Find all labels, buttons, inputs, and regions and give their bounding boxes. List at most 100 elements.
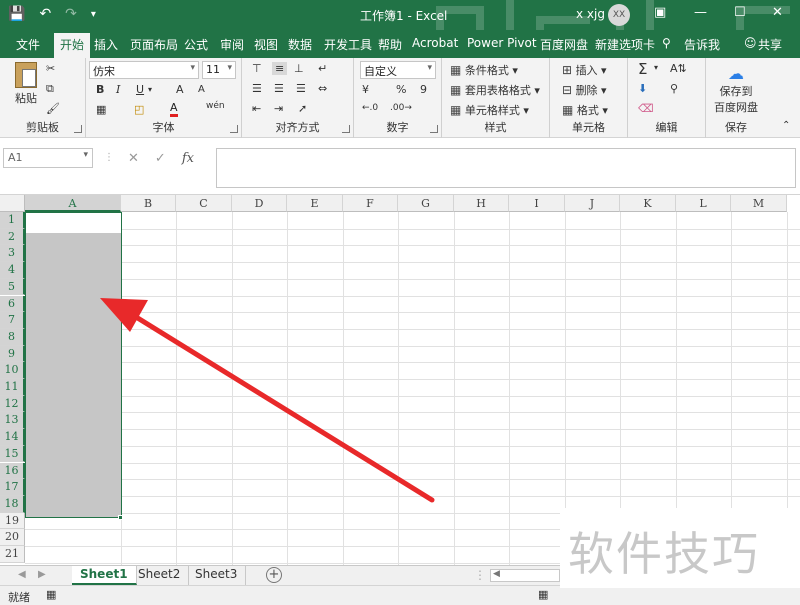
- tab-developer[interactable]: 开发工具: [324, 36, 372, 53]
- tab-view[interactable]: 视图: [254, 36, 278, 53]
- cancel-icon[interactable]: ✕: [128, 151, 139, 166]
- bold-button[interactable]: B: [96, 83, 104, 96]
- align-top-icon[interactable]: ⊤: [252, 62, 262, 75]
- sheet-tab-1[interactable]: Sheet1: [72, 566, 137, 585]
- tab-data[interactable]: 数据: [288, 36, 312, 53]
- shrink-font-button[interactable]: A: [198, 84, 205, 95]
- column-header-c[interactable]: C: [176, 195, 232, 212]
- formula-input[interactable]: [216, 148, 796, 188]
- percent-button[interactable]: %: [396, 83, 406, 96]
- column-header-e[interactable]: E: [287, 195, 343, 212]
- row-header-21[interactable]: 21: [0, 546, 25, 563]
- clipboard-launcher[interactable]: [74, 125, 82, 133]
- row-header-3[interactable]: 3: [0, 245, 25, 263]
- increase-decimal-icon[interactable]: ←.0: [362, 103, 378, 113]
- share-button[interactable]: 共享: [758, 36, 782, 53]
- align-right-icon[interactable]: ☰: [296, 82, 306, 95]
- row-header-15[interactable]: 15: [0, 445, 25, 463]
- normal-view-icon[interactable]: ▦: [538, 588, 548, 601]
- column-header-b[interactable]: B: [121, 195, 176, 212]
- insert-cells-button[interactable]: ⊞ 插入 ▾: [562, 62, 607, 78]
- decrease-decimal-icon[interactable]: .00→: [390, 103, 412, 113]
- font-name-combo[interactable]: 仿宋 ▾: [89, 61, 199, 79]
- page-view-icon[interactable]: ▦: [46, 588, 56, 601]
- insert-function-button[interactable]: fx: [182, 151, 194, 166]
- save-icon[interactable]: 💾: [8, 6, 25, 22]
- tab-page-layout[interactable]: 页面布局: [130, 36, 178, 53]
- column-header-g[interactable]: G: [398, 195, 454, 212]
- row-header-9[interactable]: 9: [0, 345, 25, 363]
- save-to-baidu-button[interactable]: ☁ 保存到 百度网盘: [710, 64, 762, 115]
- tab-formulas[interactable]: 公式: [184, 36, 208, 53]
- tab-file[interactable]: 文件: [16, 36, 40, 53]
- tab-insert[interactable]: 插入: [94, 36, 118, 53]
- row-header-11[interactable]: 11: [0, 379, 25, 396]
- fill-handle[interactable]: [118, 515, 123, 520]
- customize-qat-icon[interactable]: ▾: [91, 6, 96, 22]
- paste-button[interactable]: 粘贴: [8, 62, 44, 106]
- minimize-icon[interactable]: —: [694, 5, 707, 20]
- name-box[interactable]: A1 ▾: [3, 148, 93, 168]
- delete-cells-button[interactable]: ⊟ 删除 ▾: [562, 82, 607, 98]
- row-header-8[interactable]: 8: [0, 328, 25, 346]
- row-header-17[interactable]: 17: [0, 479, 25, 496]
- font-color-button[interactable]: A: [170, 102, 178, 117]
- row-header-10[interactable]: 10: [0, 362, 25, 379]
- close-icon[interactable]: ✕: [772, 5, 783, 20]
- redo-icon[interactable]: ↷: [65, 6, 77, 22]
- column-header-a[interactable]: A: [25, 195, 121, 212]
- tab-home[interactable]: 开始: [54, 33, 91, 58]
- cell-styles-button[interactable]: ▦ 单元格样式 ▾: [450, 102, 529, 118]
- prev-sheet-icon[interactable]: ◀: [18, 569, 26, 580]
- column-header-l[interactable]: L: [676, 195, 731, 212]
- autosum-icon[interactable]: Σ: [638, 60, 647, 78]
- column-header-m[interactable]: M: [731, 195, 787, 212]
- sort-filter-icon[interactable]: A⇅: [670, 62, 687, 75]
- row-header-7[interactable]: 7: [0, 312, 25, 329]
- increase-indent-icon[interactable]: ⇥: [274, 102, 283, 115]
- find-select-icon[interactable]: ⚲: [670, 82, 678, 95]
- fill-color-icon[interactable]: ◰: [134, 103, 144, 116]
- column-header-f[interactable]: F: [343, 195, 398, 212]
- selected-range[interactable]: [26, 233, 121, 517]
- column-header-k[interactable]: K: [620, 195, 676, 212]
- tab-baidu-netdisk[interactable]: 百度网盘: [540, 36, 588, 53]
- tab-power-pivot[interactable]: Power Pivot: [467, 36, 537, 50]
- cut-icon[interactable]: ✂: [46, 62, 55, 75]
- phonetic-button[interactable]: wén: [206, 101, 225, 111]
- row-header-5[interactable]: 5: [0, 278, 25, 296]
- add-sheet-icon[interactable]: +: [266, 567, 282, 583]
- row-header-13[interactable]: 13: [0, 412, 25, 430]
- tab-splitter-icon[interactable]: ⋮: [474, 568, 486, 582]
- decrease-indent-icon[interactable]: ⇤: [252, 102, 261, 115]
- tab-review[interactable]: 审阅: [220, 36, 244, 53]
- tell-me-search[interactable]: 告诉我: [684, 36, 720, 53]
- grow-font-button[interactable]: A: [176, 83, 184, 96]
- tab-acrobat[interactable]: Acrobat: [412, 36, 458, 50]
- underline-button[interactable]: U: [136, 83, 144, 96]
- row-header-18[interactable]: 18: [0, 495, 25, 513]
- user-name[interactable]: x xjg: [576, 7, 605, 21]
- scroll-left-icon[interactable]: ◀: [493, 569, 500, 579]
- fill-icon[interactable]: ⬇: [638, 82, 647, 95]
- maximize-icon[interactable]: ☐: [734, 5, 746, 20]
- format-cells-button[interactable]: ▦ 格式 ▾: [562, 102, 608, 118]
- number-launcher[interactable]: [430, 125, 438, 133]
- format-as-table-button[interactable]: ▦ 套用表格格式 ▾: [450, 82, 540, 98]
- comma-button[interactable]: 9: [420, 83, 427, 96]
- ribbon-display-icon[interactable]: ▣: [654, 5, 666, 20]
- column-header-j[interactable]: J: [565, 195, 620, 212]
- number-format-combo[interactable]: 自定义 ▾: [360, 61, 436, 79]
- next-sheet-icon[interactable]: ▶: [38, 569, 46, 580]
- align-center-icon[interactable]: ☰: [274, 82, 284, 95]
- enter-icon[interactable]: ✓: [155, 151, 166, 166]
- italic-button[interactable]: I: [116, 83, 120, 96]
- row-header-6[interactable]: 6: [0, 295, 25, 313]
- undo-icon[interactable]: ↶: [39, 6, 51, 22]
- wrap-text-icon[interactable]: ↵: [318, 62, 327, 75]
- align-bottom-icon[interactable]: ⊥: [294, 62, 304, 75]
- collapse-ribbon-icon[interactable]: ⌃: [782, 120, 790, 131]
- font-launcher[interactable]: [230, 125, 238, 133]
- sheet-tab-3[interactable]: Sheet3: [187, 566, 247, 585]
- row-header-20[interactable]: 20: [0, 529, 25, 546]
